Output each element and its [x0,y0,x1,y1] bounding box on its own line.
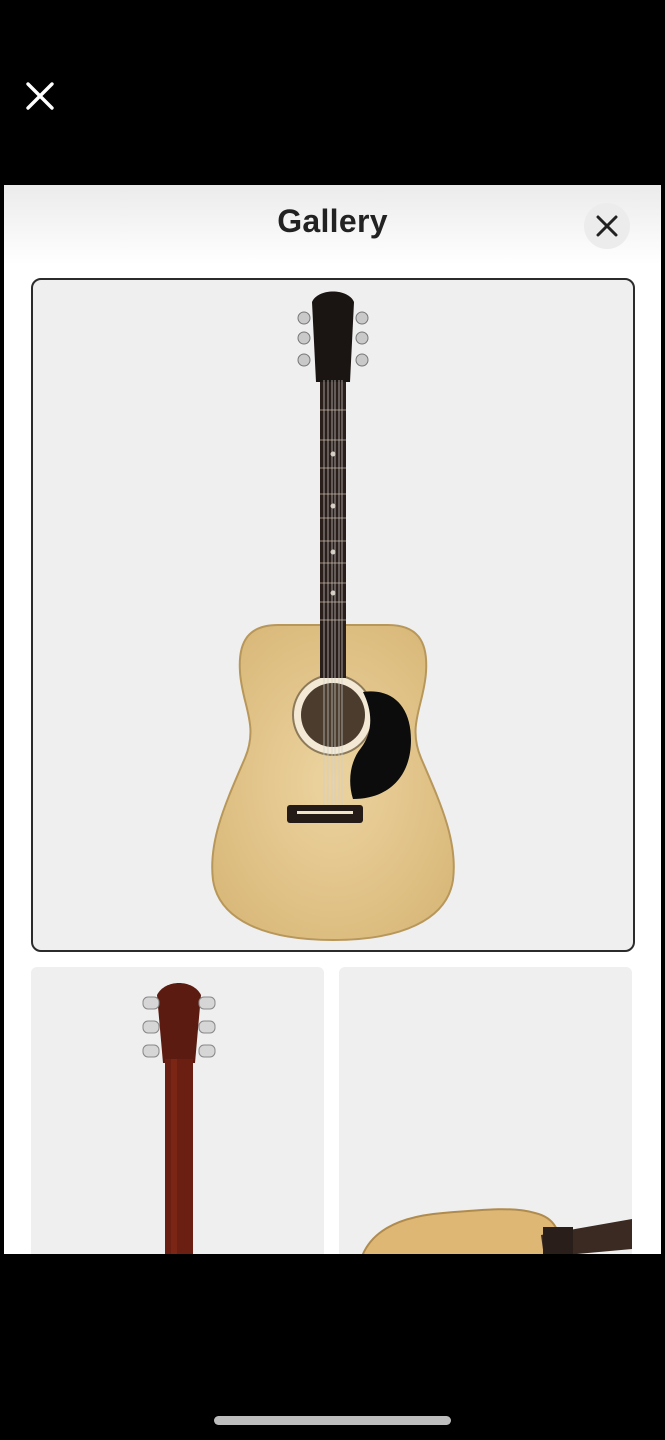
acoustic-guitar-front-image [211,291,455,942]
gallery-close-button[interactable] [584,203,630,249]
guitar-body-angle-image [362,1208,632,1254]
viewer-close-button[interactable] [18,74,62,118]
gallery-thumbnail-2[interactable] [339,967,632,1254]
gallery-sheet: Gallery [4,185,661,1254]
guitar-headstock-back-image [142,983,216,1254]
close-icon [26,82,54,110]
gallery-main-image[interactable] [31,278,635,952]
gallery-header: Gallery [4,185,661,265]
home-indicator[interactable] [214,1416,451,1425]
gallery-title: Gallery [277,203,388,239]
gallery-thumbnail-1[interactable] [31,967,324,1254]
close-icon [596,215,618,237]
